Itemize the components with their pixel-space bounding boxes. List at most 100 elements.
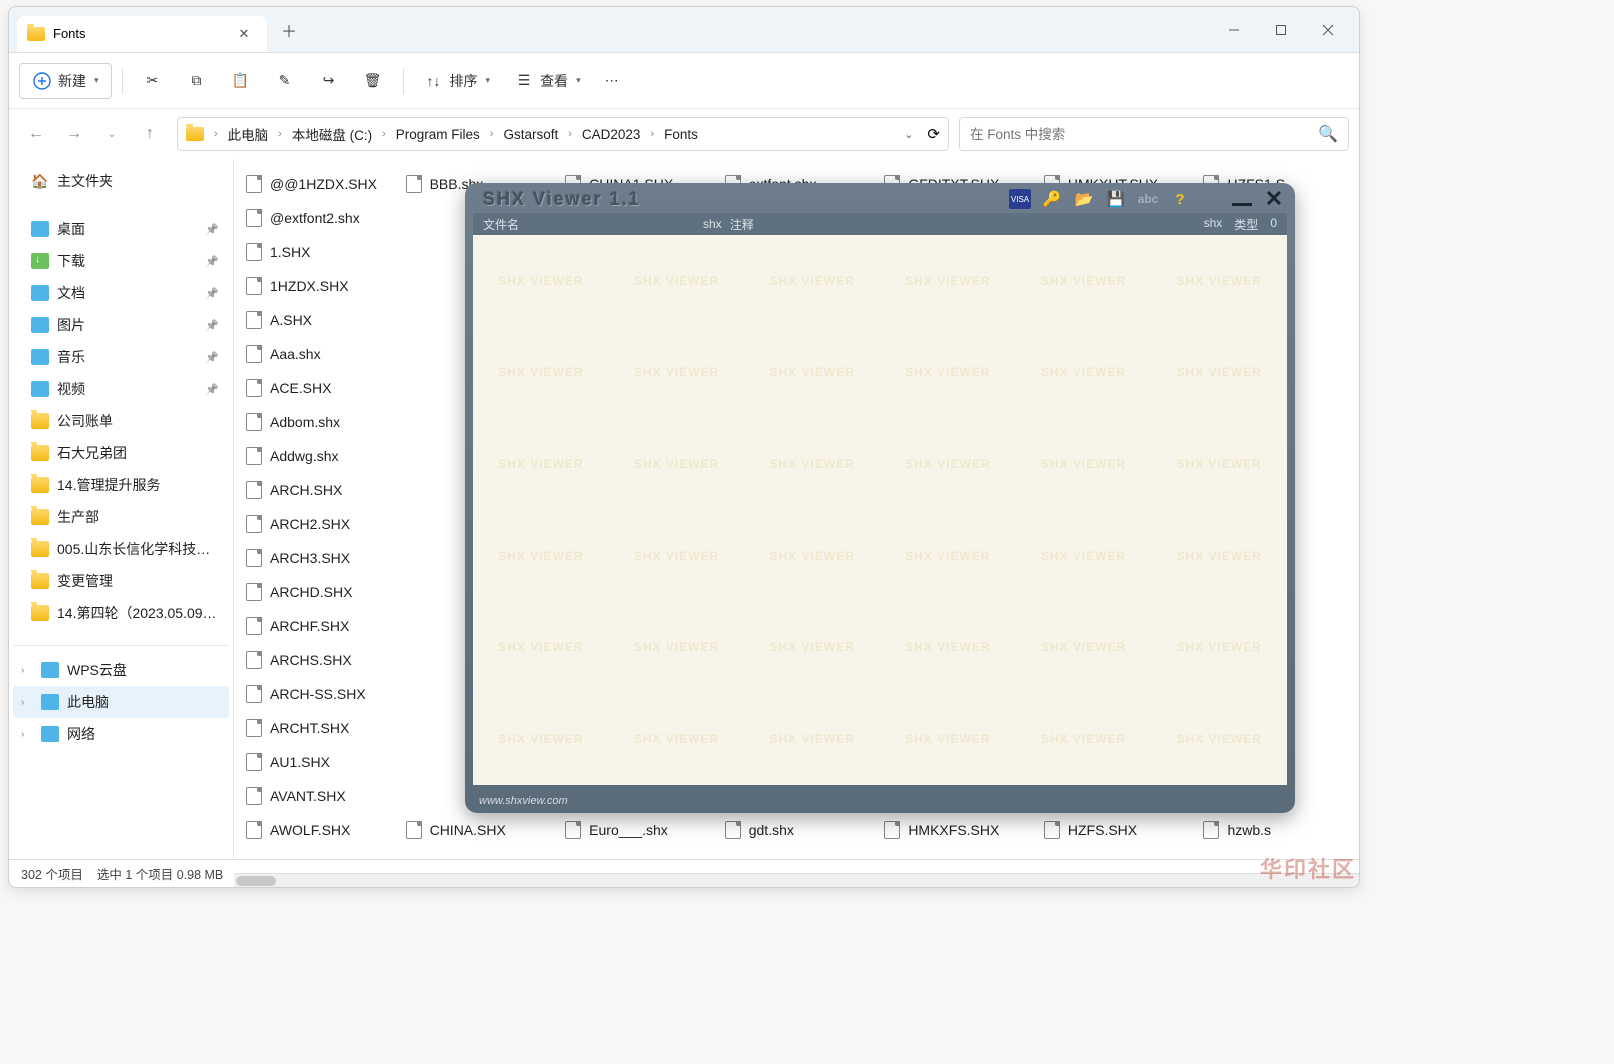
view-button[interactable]: ☰ 查看 ▾ — [504, 63, 591, 99]
minimize-icon[interactable] — [1231, 189, 1253, 209]
copy-button[interactable]: ⧉ — [177, 63, 217, 99]
file-item[interactable]: HMKXFS.SHX — [876, 813, 1036, 847]
card-icon[interactable]: VISA — [1009, 189, 1031, 209]
sidebar-item-音乐[interactable]: 音乐 — [13, 341, 229, 373]
file-item[interactable]: Aaa.shx — [238, 337, 398, 371]
file-item[interactable]: CHINA.SHX — [398, 813, 558, 847]
file-item[interactable]: 1HZDX.SHX — [238, 269, 398, 303]
key-icon[interactable]: 🔑 — [1041, 189, 1063, 209]
chevron-down-icon[interactable]: ⌄ — [904, 128, 913, 141]
file-item[interactable]: ARCHF.SHX — [238, 609, 398, 643]
maximize-button[interactable] — [1258, 14, 1304, 46]
tab-fonts[interactable]: Fonts ✕ — [17, 16, 267, 52]
folder-icon — [31, 285, 49, 301]
file-item[interactable]: gdt.shx — [717, 813, 877, 847]
new-button[interactable]: 新建 ▾ — [19, 63, 112, 99]
search-icon[interactable]: 🔍 — [1318, 124, 1338, 144]
breadcrumb-item[interactable]: Gstarsoft — [497, 118, 564, 150]
breadcrumb-item[interactable]: 本地磁盘 (C:) — [286, 118, 378, 150]
sidebar-tree-网络[interactable]: ›网络 — [13, 718, 229, 750]
cut-button[interactable]: ✂ — [133, 63, 173, 99]
folder-icon — [27, 27, 45, 41]
sidebar-item-14.第四轮（2023.05.09-05.[interactable]: 14.第四轮（2023.05.09-05. — [13, 597, 229, 629]
forward-button[interactable]: → — [57, 117, 91, 151]
sidebar-item-下载[interactable]: 下载 — [13, 245, 229, 277]
file-item[interactable]: ARCH.SHX — [238, 473, 398, 507]
sidebar-item-公司账单[interactable]: 公司账单 — [13, 405, 229, 437]
sidebar-item-桌面[interactable]: 桌面 — [13, 213, 229, 245]
search-input[interactable] — [970, 127, 1318, 142]
sidebar-item-label: 视频 — [57, 379, 85, 399]
close-window-button[interactable] — [1305, 14, 1351, 46]
file-item[interactable]: AWOLF.SHX — [238, 813, 398, 847]
file-item[interactable]: ARCH-SS.SHX — [238, 677, 398, 711]
file-name: ARCHS.SHX — [270, 652, 352, 668]
file-item[interactable]: ARCHT.SHX — [238, 711, 398, 745]
file-icon — [246, 719, 262, 737]
sort-button[interactable]: ↑↓ 排序 ▾ — [414, 63, 501, 99]
file-item[interactable]: A.SHX — [238, 303, 398, 337]
abc-button[interactable]: abc — [1137, 189, 1159, 209]
chevron-right-icon[interactable]: › — [21, 697, 24, 708]
shx-titlebar[interactable]: SHX Viewer 1.1 VISA 🔑 📂 💾 abc ? ✕ — [467, 185, 1293, 213]
sidebar-item-005.山东长信化学科技股份有[interactable]: 005.山东长信化学科技股份有 — [13, 533, 229, 565]
file-name: ARCH.SHX — [270, 482, 342, 498]
watermark-text: SHX VIEWER — [473, 327, 609, 419]
shx-viewer-window[interactable]: SHX Viewer 1.1 VISA 🔑 📂 💾 abc ? ✕ 文件名 sh… — [465, 183, 1295, 813]
help-icon[interactable]: ? — [1169, 189, 1191, 209]
file-item[interactable]: Euro___.shx — [557, 813, 717, 847]
sidebar-item-石大兄弟团[interactable]: 石大兄弟团 — [13, 437, 229, 469]
file-item[interactable]: ARCH3.SHX — [238, 541, 398, 575]
open-icon[interactable]: 📂 — [1073, 189, 1095, 209]
close-icon[interactable]: ✕ — [1263, 189, 1285, 209]
sidebar-item-图片[interactable]: 图片 — [13, 309, 229, 341]
scrollbar-thumb[interactable] — [236, 876, 276, 886]
file-item[interactable]: 1.SHX — [238, 235, 398, 269]
breadcrumb-item[interactable]: 此电脑 — [222, 118, 275, 150]
watermark-text: SHX VIEWER — [744, 693, 880, 785]
history-chevron[interactable]: ⌄ — [95, 117, 129, 151]
paste-button[interactable]: 📋 — [221, 63, 261, 99]
watermark-text: SHX VIEWER — [1151, 602, 1287, 694]
sidebar-item-14.管理提升服务[interactable]: 14.管理提升服务 — [13, 469, 229, 501]
file-item[interactable]: ACE.SHX — [238, 371, 398, 405]
sidebar-item-变更管理[interactable]: 变更管理 — [13, 565, 229, 597]
chevron-right-icon[interactable]: › — [21, 729, 24, 740]
more-button[interactable]: ⋯ — [595, 63, 629, 99]
breadcrumb[interactable]: › 此电脑 › 本地磁盘 (C:) › Program Files › Gsta… — [177, 117, 949, 151]
horizontal-scrollbar[interactable] — [234, 873, 1359, 887]
file-item[interactable]: ARCHS.SHX — [238, 643, 398, 677]
file-item[interactable]: Addwg.shx — [238, 439, 398, 473]
breadcrumb-item[interactable]: CAD2023 — [576, 118, 647, 150]
breadcrumb-item[interactable]: Program Files — [390, 118, 486, 150]
minimize-button[interactable] — [1211, 14, 1257, 46]
sidebar-item-视频[interactable]: 视频 — [13, 373, 229, 405]
delete-button[interactable]: 🗑 — [353, 63, 393, 99]
refresh-button[interactable]: ⟳ — [927, 125, 940, 143]
sidebar-tree-WPS云盘[interactable]: ›WPS云盘 — [13, 654, 229, 686]
chevron-right-icon[interactable]: › — [21, 665, 24, 676]
sidebar-item-生产部[interactable]: 生产部 — [13, 501, 229, 533]
file-item[interactable]: AVANT.SHX — [238, 779, 398, 813]
breadcrumb-item[interactable]: Fonts — [658, 118, 704, 150]
file-item[interactable]: AU1.SHX — [238, 745, 398, 779]
sidebar-item-文档[interactable]: 文档 — [13, 277, 229, 309]
file-item[interactable]: @@1HZDX.SHX — [238, 167, 398, 201]
file-item[interactable]: @extfont2.shx — [238, 201, 398, 235]
save-icon[interactable]: 💾 — [1105, 189, 1127, 209]
search-box[interactable]: 🔍 — [959, 117, 1349, 151]
share-button[interactable]: ↪ — [309, 63, 349, 99]
new-tab-button[interactable]: ＋ — [273, 14, 305, 46]
up-button[interactable]: ↑ — [133, 117, 167, 151]
sidebar-tree-此电脑[interactable]: ›此电脑 — [13, 686, 229, 718]
watermark-text: SHX VIEWER — [880, 510, 1016, 602]
sidebar-home[interactable]: 🏠 主文件夹 — [13, 165, 229, 197]
file-item[interactable]: Adbom.shx — [238, 405, 398, 439]
close-tab-icon[interactable]: ✕ — [235, 25, 253, 43]
file-item[interactable]: hzwb.s — [1195, 813, 1355, 847]
file-item[interactable]: ARCH2.SHX — [238, 507, 398, 541]
file-item[interactable]: ARCHD.SHX — [238, 575, 398, 609]
rename-button[interactable]: ✎ — [265, 63, 305, 99]
file-item[interactable]: HZFS.SHX — [1036, 813, 1196, 847]
back-button[interactable]: ← — [19, 117, 53, 151]
